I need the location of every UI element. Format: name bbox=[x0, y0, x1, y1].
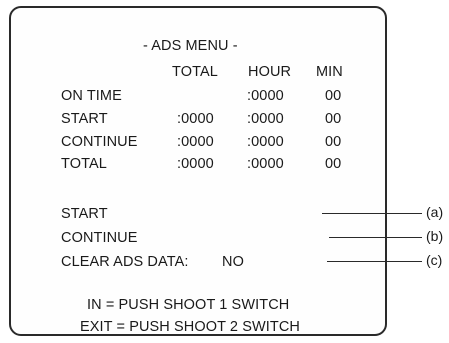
row-start-total: :0000 bbox=[177, 111, 214, 127]
column-header-hour: HOUR bbox=[248, 64, 292, 80]
clear-ads-data-value[interactable]: NO bbox=[222, 254, 244, 270]
row-label-continue: CONTINUE bbox=[61, 134, 138, 150]
instruction-exit: EXIT = PUSH SHOOT 2 SWITCH bbox=[80, 319, 301, 335]
callout-c-label: (c) bbox=[426, 252, 443, 268]
row-label-on-time: ON TIME bbox=[61, 88, 122, 104]
row-on-time-min: 00 bbox=[325, 88, 342, 104]
callout-a-leader-line bbox=[322, 213, 422, 214]
menu-title: - ADS MENU - bbox=[143, 38, 238, 54]
callout-a-label: (a) bbox=[426, 204, 444, 220]
menu-option-continue[interactable]: CONTINUE bbox=[61, 230, 138, 246]
column-header-min: MIN bbox=[316, 64, 343, 80]
callout-b-leader-line bbox=[329, 237, 422, 238]
row-total-total: :0000 bbox=[177, 156, 214, 172]
row-start-min: 00 bbox=[325, 111, 342, 127]
row-total-min: 00 bbox=[325, 156, 342, 172]
row-continue-min: 00 bbox=[325, 134, 342, 150]
callout-c-leader-line bbox=[327, 261, 422, 262]
row-label-total: TOTAL bbox=[61, 156, 107, 172]
menu-option-start[interactable]: START bbox=[61, 206, 108, 222]
row-continue-total: :0000 bbox=[177, 134, 214, 150]
column-header-total: TOTAL bbox=[172, 64, 218, 80]
instruction-in: IN = PUSH SHOOT 1 SWITCH bbox=[87, 297, 290, 313]
row-label-start: START bbox=[61, 111, 108, 127]
row-continue-hour: :0000 bbox=[247, 134, 284, 150]
row-start-hour: :0000 bbox=[247, 111, 284, 127]
row-total-hour: :0000 bbox=[247, 156, 284, 172]
callout-b-label: (b) bbox=[426, 228, 444, 244]
row-on-time-hour: :0000 bbox=[247, 88, 284, 104]
menu-option-clear-ads-data[interactable]: CLEAR ADS DATA: bbox=[61, 254, 188, 270]
